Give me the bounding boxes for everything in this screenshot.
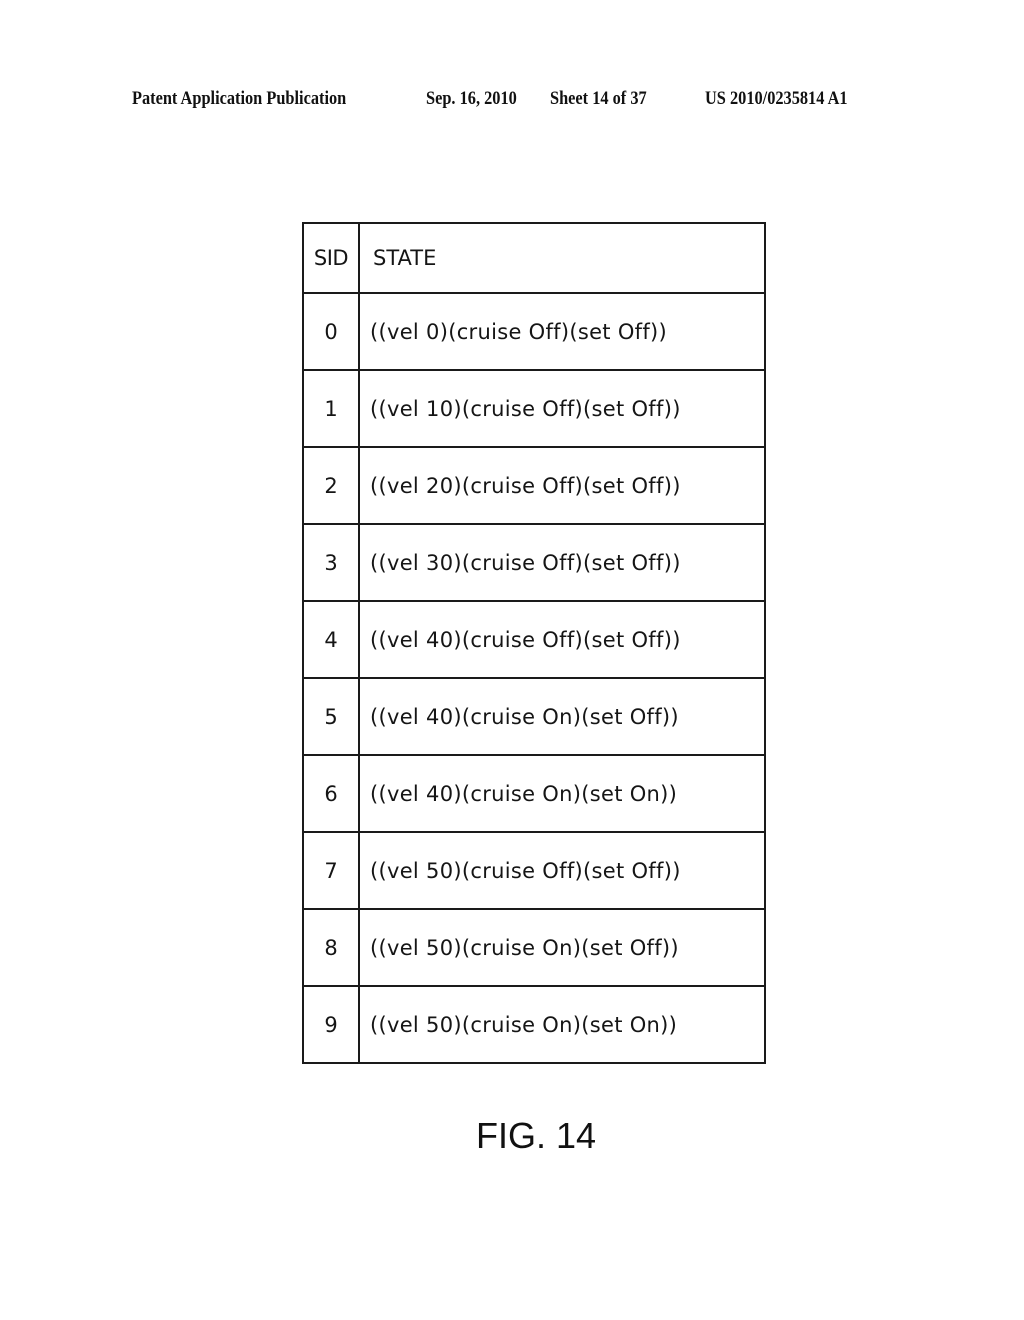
state-cell: ((vel 0)(cruise Off)(set Off)): [358, 292, 766, 371]
column-header-state: STATE: [358, 222, 766, 294]
table-row: 6 ((vel 40)(cruise On)(set On)): [302, 754, 766, 833]
page-header: Patent Application Publication Sep. 16, …: [0, 88, 1024, 116]
sid-cell: 0: [302, 292, 360, 371]
sid-cell: 4: [302, 600, 360, 679]
publication-date: Sep. 16, 2010: [426, 88, 517, 109]
sid-cell: 3: [302, 523, 360, 602]
table-row: 1 ((vel 10)(cruise Off)(set Off)): [302, 369, 766, 448]
state-cell: ((vel 50)(cruise Off)(set Off)): [358, 831, 766, 910]
sid-cell: 5: [302, 677, 360, 756]
state-cell: ((vel 40)(cruise Off)(set Off)): [358, 600, 766, 679]
state-cell: ((vel 50)(cruise On)(set On)): [358, 985, 766, 1064]
sheet-number: Sheet 14 of 37: [550, 88, 647, 109]
sid-cell: 2: [302, 446, 360, 525]
table-header-row: SID STATE: [302, 222, 766, 294]
publication-number: US 2010/0235814 A1: [705, 88, 848, 109]
publication-type: Patent Application Publication: [132, 88, 347, 109]
table-row: 0 ((vel 0)(cruise Off)(set Off)): [302, 292, 766, 371]
column-header-sid: SID: [302, 222, 360, 294]
state-cell: ((vel 40)(cruise On)(set On)): [358, 754, 766, 833]
sid-cell: 8: [302, 908, 360, 987]
sid-cell: 7: [302, 831, 360, 910]
state-cell: ((vel 40)(cruise On)(set Off)): [358, 677, 766, 756]
state-cell: ((vel 30)(cruise Off)(set Off)): [358, 523, 766, 602]
state-cell: ((vel 20)(cruise Off)(set Off)): [358, 446, 766, 525]
sid-cell: 9: [302, 985, 360, 1064]
table-row: 8 ((vel 50)(cruise On)(set Off)): [302, 908, 766, 987]
state-cell: ((vel 50)(cruise On)(set Off)): [358, 908, 766, 987]
sid-cell: 6: [302, 754, 360, 833]
figure-caption: FIG. 14: [475, 1115, 597, 1156]
table-row: 3 ((vel 30)(cruise Off)(set Off)): [302, 523, 766, 602]
state-table: SID STATE 0 ((vel 0)(cruise Off)(set Off…: [302, 222, 766, 1064]
table-row: 2 ((vel 20)(cruise Off)(set Off)): [302, 446, 766, 525]
table-row: 4 ((vel 40)(cruise Off)(set Off)): [302, 600, 766, 679]
table-row: 7 ((vel 50)(cruise Off)(set Off)): [302, 831, 766, 910]
table-row: 9 ((vel 50)(cruise On)(set On)): [302, 985, 766, 1064]
sid-cell: 1: [302, 369, 360, 448]
table-row: 5 ((vel 40)(cruise On)(set Off)): [302, 677, 766, 756]
state-cell: ((vel 10)(cruise Off)(set Off)): [358, 369, 766, 448]
